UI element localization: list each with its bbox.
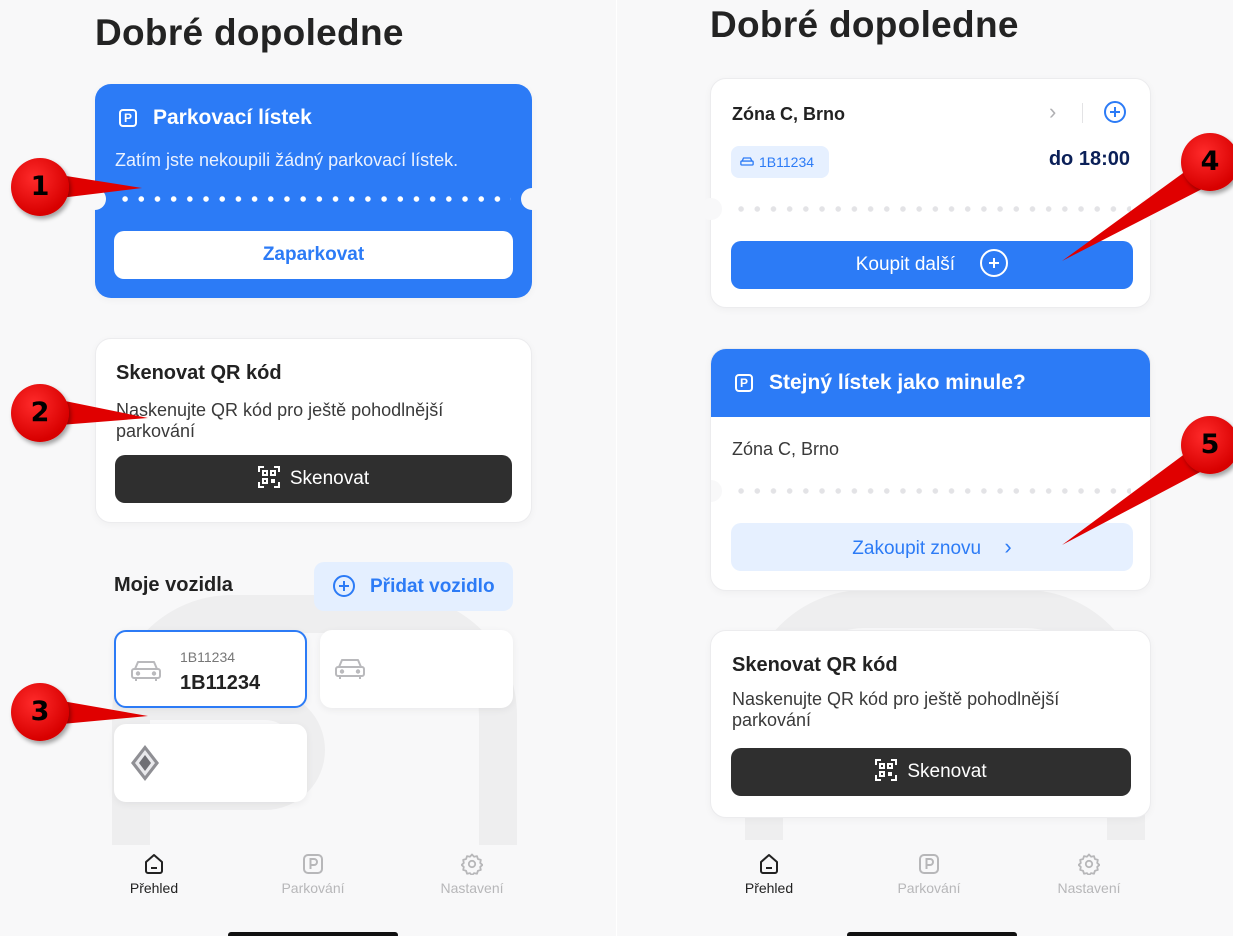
bottom-tab-bar: Přehled Parkování Nastavení bbox=[0, 845, 616, 905]
parking-icon: P bbox=[735, 374, 753, 392]
scan-qr-description: Naskenujte QR kód pro ještě pohodlnější … bbox=[116, 400, 444, 441]
parking-icon bbox=[303, 854, 323, 874]
ticket-notch-left bbox=[700, 198, 722, 220]
tab-overview[interactable]: Přehled bbox=[724, 845, 814, 896]
ticket-notch-right bbox=[1139, 198, 1161, 220]
gear-icon bbox=[1078, 853, 1100, 875]
active-ticket-card: Zóna C, Brno › 1B11234 do 18:00 Koupit d… bbox=[700, 78, 1161, 308]
tab-parking[interactable]: Parkování bbox=[884, 845, 974, 896]
renault-logo bbox=[131, 745, 159, 781]
tab-parking-label: Parkování bbox=[281, 880, 345, 896]
car-icon bbox=[740, 157, 754, 166]
buy-again-label: Zakoupit znovu bbox=[852, 538, 982, 559]
plate-text: 1B11234 bbox=[759, 154, 815, 170]
ticket-perforation bbox=[733, 206, 1131, 212]
tab-overview[interactable]: Přehled bbox=[109, 845, 199, 896]
chevron-right-icon[interactable]: › bbox=[1049, 99, 1056, 125]
vehicle-card-selected[interactable]: 1B11234 1B11234 bbox=[114, 630, 307, 708]
valid-until: do 18:00 bbox=[1048, 148, 1130, 170]
scan-qr-description: Naskenujte QR kód pro ještě pohodlnější … bbox=[732, 689, 1060, 730]
ticket-zone-title: Zóna C, Brno bbox=[732, 104, 845, 124]
tab-settings[interactable]: Nastavení bbox=[427, 845, 517, 896]
repeat-ticket-header: P Stejný lístek jako minule? bbox=[711, 349, 1150, 417]
park-button[interactable]: Zaparkovat bbox=[114, 231, 513, 279]
right-screen: Dobré dopoledne Zóna C, Brno › 1B11234 d… bbox=[617, 0, 1233, 936]
add-circle-icon bbox=[333, 575, 355, 597]
scan-qr-title: Skenovat QR kód bbox=[732, 654, 898, 676]
header-divider bbox=[1082, 103, 1083, 123]
parking-ticket-subtitle: Zatím jste nekoupili žádný parkovací lís… bbox=[115, 150, 459, 170]
parking-icon: P bbox=[119, 109, 137, 127]
ticket-notch-right bbox=[1139, 480, 1150, 502]
vehicle-card[interactable] bbox=[320, 630, 513, 708]
greeting-heading: Dobré dopoledne bbox=[710, 4, 1019, 45]
qr-code-icon bbox=[257, 465, 280, 488]
ticket-notch-left bbox=[711, 480, 722, 502]
plate-chip: 1B11234 bbox=[731, 146, 829, 178]
scan-qr-card: Skenovat QR kód Naskenujte QR kód pro je… bbox=[95, 338, 532, 523]
home-icon bbox=[145, 854, 163, 874]
annotation-marker-5: 5 bbox=[1181, 416, 1233, 474]
scan-button[interactable]: Skenovat bbox=[115, 455, 512, 503]
scan-button-label: Skenovat bbox=[289, 468, 370, 489]
scan-qr-title: Skenovat QR kód bbox=[116, 362, 282, 384]
gear-icon bbox=[461, 853, 483, 875]
buy-again-button[interactable]: Zakoupit znovu › bbox=[731, 523, 1133, 571]
vehicle-card-renault[interactable] bbox=[114, 724, 307, 802]
add-vehicle-button[interactable]: Přidat vozidlo bbox=[314, 562, 513, 611]
home-indicator bbox=[228, 932, 398, 936]
tab-parking-label: Parkování bbox=[897, 880, 961, 896]
ticket-perforation bbox=[117, 196, 511, 202]
home-icon bbox=[760, 854, 778, 874]
vehicle-name: 1B11234 bbox=[180, 649, 236, 665]
scan-button[interactable]: Skenovat bbox=[731, 748, 1131, 796]
tab-overview-label: Přehled bbox=[129, 880, 179, 896]
annotation-marker-2: 2 bbox=[11, 384, 69, 442]
add-vehicle-label: Přidat vozidlo bbox=[370, 576, 495, 597]
scan-button-label: Skenovat bbox=[907, 761, 987, 782]
qr-code-icon bbox=[875, 758, 898, 781]
add-circle-icon bbox=[980, 248, 1009, 277]
vehicle-plate: 1B11234 bbox=[180, 672, 261, 694]
tab-settings-label: Nastavení bbox=[1057, 880, 1121, 896]
ticket-notch-right bbox=[521, 188, 543, 210]
ticket-notch-left bbox=[84, 188, 106, 210]
buy-more-button[interactable]: Koupit další bbox=[731, 241, 1133, 289]
tab-overview-label: Přehled bbox=[744, 880, 794, 896]
buy-more-label: Koupit další bbox=[855, 254, 955, 275]
add-circle-icon[interactable] bbox=[1104, 101, 1126, 123]
annotation-marker-4: 4 bbox=[1181, 133, 1233, 191]
my-vehicles-title: Moje vozidla bbox=[114, 574, 233, 596]
repeat-ticket-zone: Zóna C, Brno bbox=[732, 439, 840, 459]
scan-qr-card: Skenovat QR kód Naskenujte QR kód pro je… bbox=[710, 630, 1151, 818]
tab-settings-label: Nastavení bbox=[440, 880, 504, 896]
bottom-tab-bar: Přehled Parkování Nastavení bbox=[617, 845, 1233, 905]
annotation-marker-1: 1 bbox=[11, 158, 69, 216]
car-icon bbox=[131, 661, 161, 681]
ticket-perforation bbox=[733, 488, 1131, 494]
parking-ticket-title: Parkovací lístek bbox=[153, 106, 312, 129]
greeting-heading: Dobré dopoledne bbox=[95, 12, 404, 53]
chevron-right-icon: › bbox=[1004, 534, 1012, 559]
car-icon bbox=[335, 659, 365, 679]
parking-ticket-card: P Parkovací lístek Zatím jste nekoupili … bbox=[84, 84, 543, 298]
repeat-ticket-card: P Stejný lístek jako minule? Zóna C, Brn… bbox=[710, 348, 1151, 591]
annotation-marker-3: 3 bbox=[11, 683, 69, 741]
repeat-ticket-title: Stejný lístek jako minule? bbox=[769, 371, 1026, 394]
tab-parking[interactable]: Parkování bbox=[268, 845, 358, 896]
parking-icon bbox=[919, 854, 939, 874]
home-indicator bbox=[847, 932, 1017, 936]
left-screen: Dobré dopoledne P Parkovací lístek Zatím… bbox=[0, 0, 616, 936]
tab-settings[interactable]: Nastavení bbox=[1044, 845, 1134, 896]
